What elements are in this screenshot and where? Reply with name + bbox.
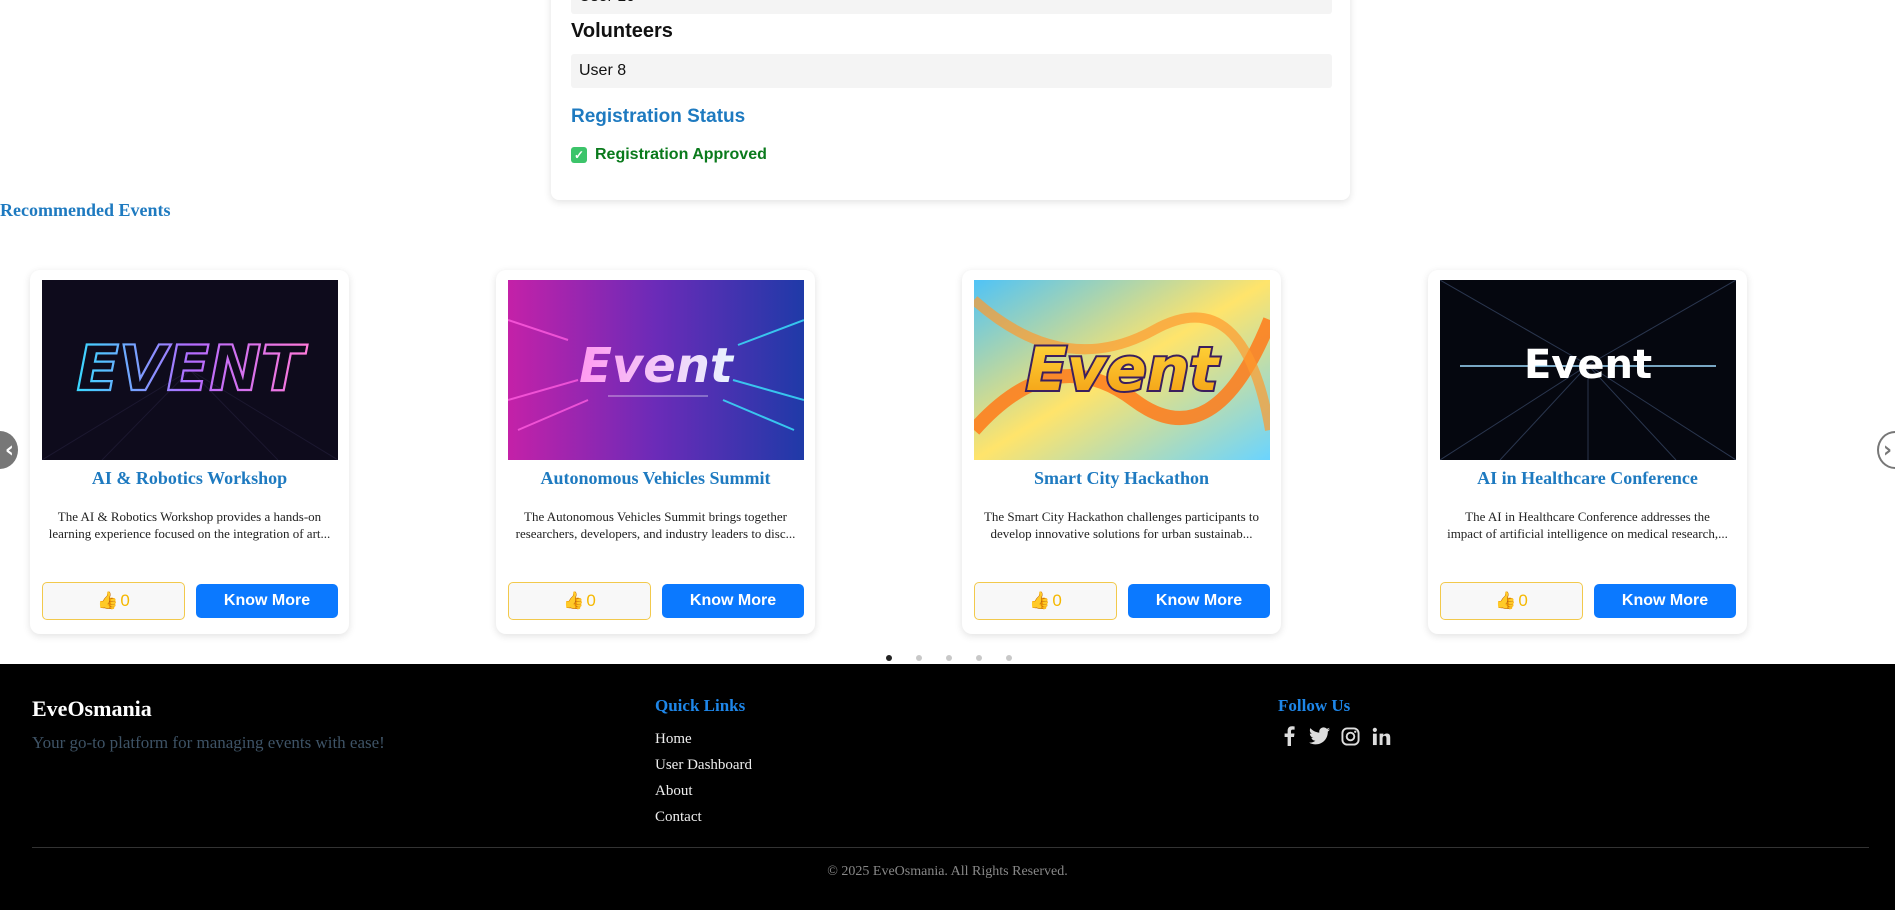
pagination-dot[interactable] <box>886 655 892 661</box>
checkmark-icon: ✓ <box>571 147 587 163</box>
chevron-left-icon: ‹ <box>4 437 14 463</box>
event-description: The Autonomous Vehicles Summit brings to… <box>515 509 796 541</box>
svg-text:Event: Event <box>1524 342 1652 388</box>
event-title: Autonomous Vehicles Summit <box>540 468 771 488</box>
instagram-icon[interactable] <box>1340 725 1361 747</box>
like-button[interactable]: 👍 0 <box>42 582 185 620</box>
linkedin-icon[interactable] <box>1371 725 1392 747</box>
event-image: Event <box>508 280 804 460</box>
know-more-button[interactable]: Know More <box>662 584 804 618</box>
svg-text:EVENT: EVENT <box>77 332 309 405</box>
footer-link-user-dashboard[interactable]: User Dashboard <box>655 752 752 778</box>
like-button[interactable]: 👍 0 <box>1440 582 1583 620</box>
registration-status-heading: Registration Status <box>571 106 746 127</box>
like-count: 0 <box>1052 591 1062 610</box>
thumbs-up-icon: 👍 <box>1495 591 1517 610</box>
thumbs-up-icon: 👍 <box>563 591 585 610</box>
footer-brand: EveOsmania <box>32 696 152 721</box>
like-button[interactable]: 👍 0 <box>974 582 1117 620</box>
like-count: 0 <box>120 591 130 610</box>
registration-status-text: Registration Approved <box>595 146 767 163</box>
copyright-text: © 2025 EveOsmania. All Rights Reserved. <box>827 864 1068 879</box>
svg-text:Event: Event <box>579 338 735 394</box>
footer-link-contact[interactable]: Contact <box>655 804 752 830</box>
site-footer: EveOsmania Your go-to platform for manag… <box>0 664 1895 910</box>
know-more-button[interactable]: Know More <box>1128 584 1270 618</box>
footer-tagline: Your go-to platform for managing events … <box>32 733 385 752</box>
event-description: The AI & Robotics Workshop provides a ha… <box>48 509 331 541</box>
follow-us-heading: Follow Us <box>1278 696 1351 715</box>
event-card: Event Autonomous Vehicles Summit The Aut… <box>496 270 815 634</box>
like-button[interactable]: 👍 0 <box>508 582 651 620</box>
social-links <box>1278 725 1392 747</box>
event-card: Event AI in Healthcare Conference The AI… <box>1428 270 1747 634</box>
volunteer-row: User 8 <box>571 54 1332 88</box>
quick-links-heading: Quick Links <box>655 696 746 715</box>
thumbs-up-icon: 👍 <box>1029 591 1051 610</box>
event-description: The Smart City Hackathon challenges part… <box>983 509 1260 541</box>
footer-divider <box>32 847 1869 848</box>
event-title: Smart City Hackathon <box>1034 468 1209 488</box>
like-count: 0 <box>586 591 596 610</box>
know-more-button[interactable]: Know More <box>1594 584 1736 618</box>
event-description: The AI in Healthcare Conference addresse… <box>1447 509 1728 541</box>
footer-link-home[interactable]: Home <box>655 726 752 752</box>
event-image: Event <box>974 280 1270 460</box>
event-card: EVENT AI & Robotics Workshop The AI & Ro… <box>30 270 349 634</box>
event-image: Event <box>1440 280 1736 460</box>
event-title: AI in Healthcare Conference <box>1477 468 1698 488</box>
pagination-dot[interactable] <box>946 655 952 661</box>
quick-links-list: Home User Dashboard About Contact <box>655 726 752 830</box>
know-more-button[interactable]: Know More <box>196 584 338 618</box>
chevron-right-icon: › <box>1883 437 1893 463</box>
registration-panel: User 10 Volunteers User 8 Registration S… <box>551 0 1350 200</box>
event-card: Event Smart City Hackathon The Smart Cit… <box>962 270 1281 634</box>
facebook-icon[interactable] <box>1278 725 1299 747</box>
recommended-events-heading: Recommended Events <box>0 200 171 220</box>
recommended-events-carousel: EVENT AI & Robotics Workshop The AI & Ro… <box>0 260 1895 640</box>
registration-status: ✓ Registration Approved <box>571 146 767 164</box>
carousel-pagination <box>886 655 1012 661</box>
pagination-dot[interactable] <box>916 655 922 661</box>
event-title: AI & Robotics Workshop <box>91 468 288 488</box>
twitter-icon[interactable] <box>1309 725 1330 747</box>
event-image: EVENT <box>42 280 338 460</box>
participant-row: User 10 <box>571 0 1332 14</box>
thumbs-up-icon: 👍 <box>97 591 119 610</box>
pagination-dot[interactable] <box>1006 655 1012 661</box>
like-count: 0 <box>1518 591 1528 610</box>
pagination-dot[interactable] <box>976 655 982 661</box>
volunteers-heading: Volunteers <box>571 20 673 42</box>
footer-link-about[interactable]: About <box>655 778 752 804</box>
svg-text:Event: Event <box>1026 335 1221 405</box>
